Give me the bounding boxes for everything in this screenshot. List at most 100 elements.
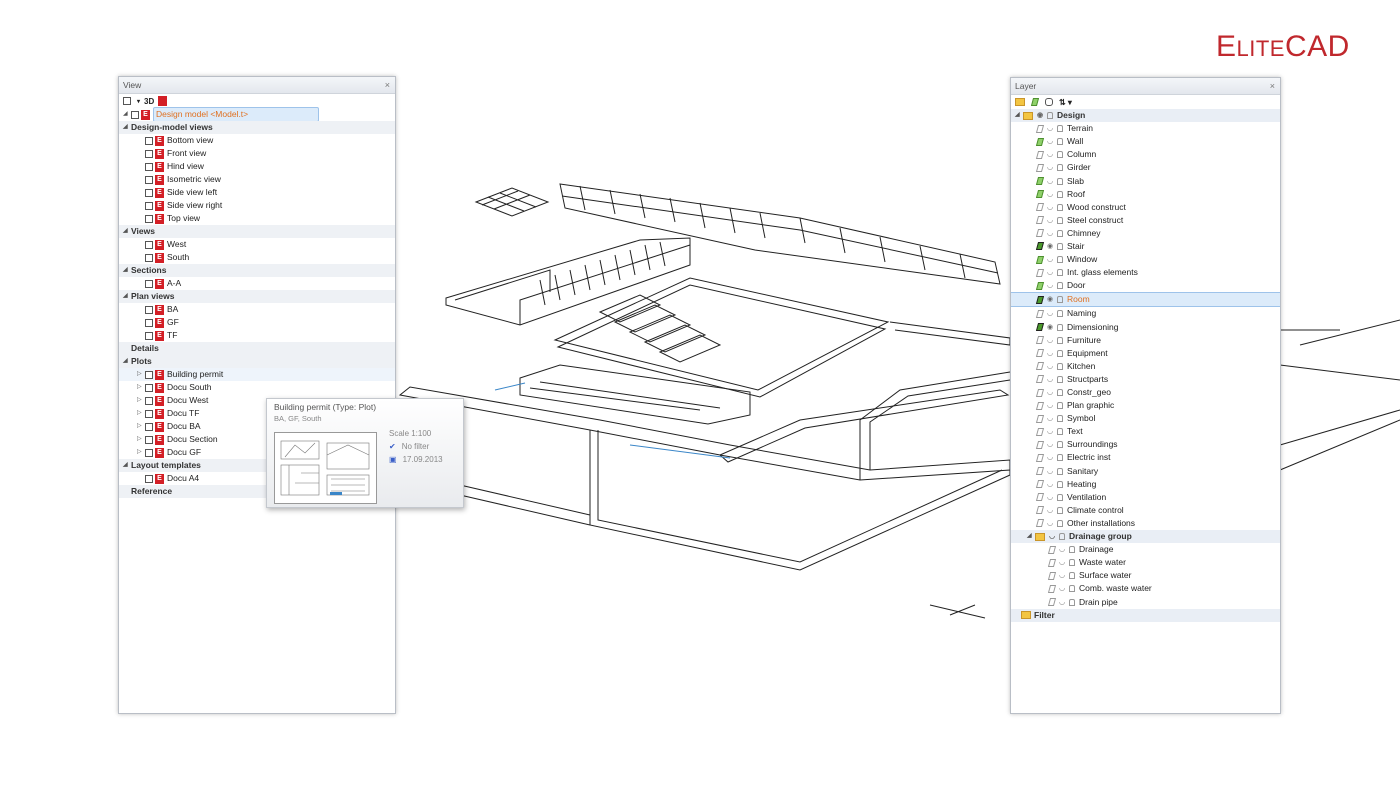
expand-arrow-icon[interactable]: ▷ bbox=[137, 368, 145, 381]
eye-icon[interactable]: ◡ bbox=[1046, 307, 1054, 320]
view-item-south[interactable]: E South bbox=[119, 251, 395, 264]
pencil-icon[interactable] bbox=[1035, 506, 1045, 515]
eye-icon[interactable]: ◡ bbox=[1046, 386, 1054, 399]
eye-icon[interactable]: ◡ bbox=[1058, 543, 1066, 556]
pencil-icon[interactable] bbox=[1035, 203, 1045, 212]
pencil-icon[interactable] bbox=[1047, 558, 1057, 567]
pencil-icon[interactable] bbox=[1035, 480, 1045, 489]
pencil-icon[interactable] bbox=[1035, 349, 1045, 358]
lock-icon[interactable] bbox=[1057, 203, 1063, 211]
eye-icon[interactable]: ◡ bbox=[1046, 347, 1054, 360]
eye-icon[interactable]: ◡ bbox=[1046, 465, 1054, 478]
layer-row-plan-graphic[interactable]: ◡ Plan graphic bbox=[1011, 399, 1280, 412]
expand-arrow-icon[interactable]: ▷ bbox=[137, 407, 145, 420]
eye-icon[interactable]: ◡ bbox=[1046, 425, 1054, 438]
view-item-top-view[interactable]: E Top view bbox=[119, 212, 395, 225]
view-item-west[interactable]: E West bbox=[119, 238, 395, 251]
collapse-arrow-icon[interactable]: ◢ bbox=[123, 355, 131, 368]
view-item-ba[interactable]: E BA bbox=[119, 303, 395, 316]
dropdown-arrow-icon[interactable]: ▾ bbox=[137, 98, 140, 105]
collapse-arrow-icon[interactable]: ◢ bbox=[123, 264, 131, 277]
sort-icon[interactable]: ⇅ ▾ bbox=[1059, 98, 1072, 107]
view-section-details[interactable]: Details bbox=[119, 342, 395, 355]
layer-row-steel-construct[interactable]: ◡ Steel construct bbox=[1011, 214, 1280, 227]
eye-icon[interactable]: ◡ bbox=[1046, 175, 1054, 188]
lock-icon[interactable] bbox=[1057, 256, 1063, 264]
pencil-icon[interactable] bbox=[1035, 388, 1045, 397]
pencil-icon[interactable] bbox=[1035, 519, 1045, 528]
pencil-icon[interactable] bbox=[1035, 150, 1045, 159]
eye-icon[interactable]: ◡ bbox=[1046, 135, 1054, 148]
eye-icon[interactable]: ◡ bbox=[1046, 438, 1054, 451]
lock-icon[interactable] bbox=[1057, 323, 1063, 331]
lock-icon[interactable] bbox=[1047, 112, 1053, 120]
lock-icon[interactable] bbox=[1057, 441, 1063, 449]
layer-row-girder[interactable]: ◡ Girder bbox=[1011, 161, 1280, 174]
eye-icon[interactable]: ◉ bbox=[1046, 240, 1054, 253]
view-mode-icon[interactable] bbox=[123, 97, 131, 105]
expand-arrow-icon[interactable]: ▷ bbox=[137, 394, 145, 407]
lock-icon[interactable] bbox=[1057, 467, 1063, 475]
layer-root-design[interactable]: ◢ ◉ Design bbox=[1011, 109, 1280, 123]
collapse-arrow-icon[interactable]: ◢ bbox=[1015, 109, 1023, 122]
eye-icon[interactable]: ◡ bbox=[1046, 188, 1054, 201]
eye-icon[interactable]: ◡ bbox=[1046, 373, 1054, 386]
layer-row-sanitary[interactable]: ◡ Sanitary bbox=[1011, 465, 1280, 478]
view-section-plan-views[interactable]: ◢ Plan views bbox=[119, 290, 395, 303]
pencil-icon[interactable] bbox=[1035, 323, 1045, 332]
lock-icon[interactable] bbox=[1057, 125, 1063, 133]
lock-icon[interactable] bbox=[1069, 585, 1075, 593]
pencil-icon[interactable] bbox=[1035, 414, 1045, 423]
view-section-views[interactable]: ◢ Views bbox=[119, 225, 395, 238]
view-section-sections[interactable]: ◢ Sections bbox=[119, 264, 395, 277]
pencil-icon[interactable] bbox=[1035, 242, 1045, 251]
view-item-a-a[interactable]: E A-A bbox=[119, 277, 395, 290]
eye-icon[interactable]: ◉ bbox=[1046, 293, 1054, 306]
lock-icon[interactable] bbox=[1057, 336, 1063, 344]
layer-row-furniture[interactable]: ◡ Furniture bbox=[1011, 334, 1280, 347]
layer-row-equipment[interactable]: ◡ Equipment bbox=[1011, 347, 1280, 360]
lock-icon[interactable] bbox=[1057, 415, 1063, 423]
pencil-icon[interactable] bbox=[1047, 598, 1057, 607]
close-icon[interactable]: × bbox=[1270, 78, 1275, 94]
view-item-bottom-view[interactable]: E Bottom view bbox=[119, 134, 395, 147]
pencil-icon[interactable] bbox=[1047, 584, 1057, 593]
lock-icon[interactable] bbox=[1057, 375, 1063, 383]
layer-row-surface-water[interactable]: ◡ Surface water bbox=[1011, 569, 1280, 582]
new-layer-icon[interactable] bbox=[1030, 98, 1040, 106]
lock-icon[interactable] bbox=[1057, 402, 1063, 410]
lock-icon[interactable] bbox=[1057, 389, 1063, 397]
collapse-arrow-icon[interactable]: ◢ bbox=[123, 225, 131, 238]
layer-row-dimensioning[interactable]: ◉ Dimensioning bbox=[1011, 321, 1280, 334]
layer-row-text[interactable]: ◡ Text bbox=[1011, 425, 1280, 438]
pencil-icon[interactable] bbox=[1035, 137, 1045, 146]
layer-row-wood-construct[interactable]: ◡ Wood construct bbox=[1011, 201, 1280, 214]
pencil-icon[interactable] bbox=[1035, 255, 1045, 264]
eye-icon[interactable]: ◡ bbox=[1046, 451, 1054, 464]
eye-icon[interactable]: ◉ bbox=[1046, 321, 1054, 334]
layer-row-surroundings[interactable]: ◡ Surroundings bbox=[1011, 438, 1280, 451]
lock-icon[interactable] bbox=[1057, 282, 1063, 290]
lock-icon[interactable] bbox=[1057, 190, 1063, 198]
lock-icon[interactable] bbox=[1057, 362, 1063, 370]
view-item-hind-view[interactable]: E Hind view bbox=[119, 160, 395, 173]
eye-icon[interactable]: ◡ bbox=[1058, 569, 1066, 582]
eye-icon[interactable]: ◡ bbox=[1046, 279, 1054, 292]
lock-icon[interactable] bbox=[1057, 177, 1063, 185]
collapse-arrow-icon[interactable]: ◢ bbox=[123, 121, 131, 134]
pencil-icon[interactable] bbox=[1035, 295, 1045, 304]
pencil-icon[interactable] bbox=[1035, 281, 1045, 290]
pencil-icon[interactable] bbox=[1035, 268, 1045, 277]
collapse-arrow-icon[interactable]: ◢ bbox=[123, 290, 131, 303]
eye-icon[interactable]: ◡ bbox=[1046, 214, 1054, 227]
view-item-building-permit[interactable]: ▷ E Building permit bbox=[119, 368, 395, 381]
eye-icon[interactable]: ◡ bbox=[1058, 582, 1066, 595]
layer-row-stair[interactable]: ◉ Stair bbox=[1011, 240, 1280, 253]
layer-row-chimney[interactable]: ◡ Chimney bbox=[1011, 227, 1280, 240]
lock-icon[interactable] bbox=[1057, 493, 1063, 501]
pencil-icon[interactable] bbox=[1035, 467, 1045, 476]
eye-icon[interactable]: ◡ bbox=[1046, 227, 1054, 240]
pencil-icon[interactable] bbox=[1047, 571, 1057, 580]
lock-icon[interactable] bbox=[1057, 506, 1063, 514]
eye-icon[interactable]: ◡ bbox=[1046, 360, 1054, 373]
